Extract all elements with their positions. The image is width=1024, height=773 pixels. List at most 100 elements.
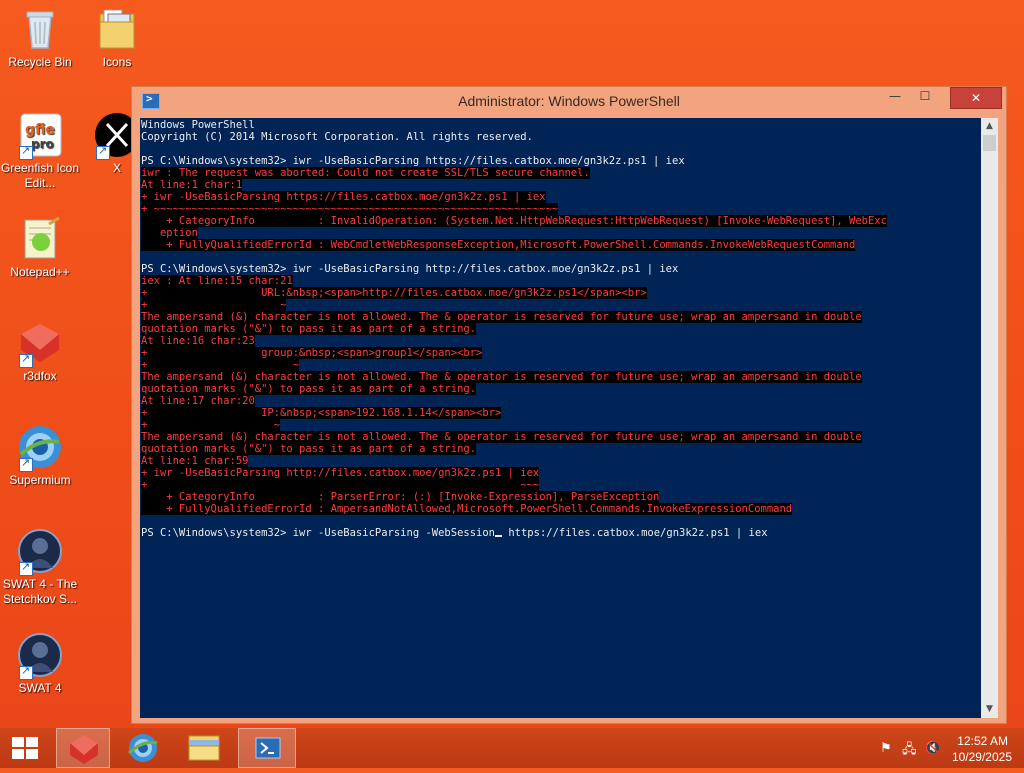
clock-date[interactable]: 10/29/2025: [952, 750, 1012, 764]
console-error-line: quotation marks ("&") to pass it as part…: [141, 383, 981, 395]
folder-icon: [188, 735, 220, 761]
start-button[interactable]: [0, 728, 48, 768]
console-error-line: + CategoryInfo : InvalidOperation: (Syst…: [141, 215, 981, 227]
prompt-input-rest: https://files.catbox.moe/gn3k2z.ps1 | ie…: [502, 527, 768, 539]
console-error-line: + FullyQualifiedErrorId : WebCmdletWebRe…: [141, 239, 981, 251]
scroll-down-arrow-icon[interactable]: ▼: [981, 701, 998, 718]
recycle-bin-icon: [17, 6, 63, 52]
console-line-text: At line:17 char:20: [141, 395, 255, 407]
console-error-line: The ampersand (&) character is not allow…: [141, 371, 981, 383]
desktop-icon-swat4[interactable]: SWAT 4: [0, 632, 80, 696]
desktop-icon-label: Notepad++: [10, 265, 70, 279]
taskbar-powershell[interactable]: [238, 728, 296, 768]
window-title: Administrator: Windows PowerShell: [458, 93, 680, 109]
powershell-window[interactable]: Administrator: Windows PowerShell — ☐ ✕ …: [131, 86, 1007, 724]
desktop-icon-supermium[interactable]: Supermium: [0, 424, 80, 488]
desktop-icon-greenfish[interactable]: gfie pro Greenfish Icon Edit...: [0, 112, 80, 191]
console-error-line: At line:16 char:23: [141, 335, 981, 347]
console-line-text: Windows PowerShell: [141, 119, 255, 131]
taskbar-r3dfox[interactable]: [56, 728, 110, 768]
console-text: Windows PowerShell Copyright (C) 2014 Mic…: [140, 118, 981, 539]
vertical-scrollbar[interactable]: ▲ ▼: [981, 118, 998, 718]
close-button[interactable]: ✕: [950, 87, 1002, 109]
desktop-icon-icons-folder[interactable]: Icons: [77, 6, 157, 70]
system-tray: ⚑ 🖧 🔇 12:52 AM 10/29/2025: [864, 728, 1024, 768]
window-titlebar[interactable]: Administrator: Windows PowerShell — ☐ ✕: [132, 87, 1006, 117]
console-line-text: + group:&nbsp;<span>group1</span><br>: [141, 347, 483, 359]
console-line-text: + IP:&nbsp;<span>192.168.1.14</span><br>: [141, 407, 502, 419]
svg-text:gfie: gfie: [25, 122, 55, 138]
console-line-text: PS C:\Windows\system32> iwr -UseBasicPar…: [141, 155, 685, 167]
folder-icon: [94, 6, 140, 52]
shortcut-arrow-icon: [19, 144, 33, 160]
console-error-line: The ampersand (&) character is not allow…: [141, 431, 981, 443]
console-error-line: + ~: [141, 299, 981, 311]
console-prompt-line[interactable]: PS C:\Windows\system32> iwr -UseBasicPar…: [141, 527, 981, 539]
console-error-line: + CategoryInfo : ParserError: (:) [Invok…: [141, 491, 981, 503]
console-error-line: + group:&nbsp;<span>group1</span><br>: [141, 347, 981, 359]
console-error-line: At line:1 char:1: [141, 179, 981, 191]
desktop-icon-recycle-bin[interactable]: Recycle Bin: [0, 6, 80, 70]
swat4-icon: [17, 528, 63, 576]
console-line-text: The ampersand (&) character is not allow…: [141, 431, 862, 443]
console-output[interactable]: Windows PowerShell Copyright (C) 2014 Mic…: [140, 118, 981, 718]
prompt-text: PS C:\Windows\system32> iwr -UseBasicPar…: [141, 527, 496, 539]
console-line-text: iex : At line:15 char:21: [141, 275, 293, 287]
console-error-line: + ~~~~~~~~~~~~~~~~~~~~~~~~~~~~~~~~~~~~~~…: [141, 203, 981, 215]
maximize-button[interactable]: ☐: [910, 89, 940, 109]
console-error-line: + ~: [141, 419, 981, 431]
network-icon[interactable]: 🖧: [902, 740, 917, 762]
console-line-text: quotation marks ("&") to pass it as part…: [141, 323, 477, 335]
console-line-text: + CategoryInfo : ParserError: (:) [Invok…: [141, 491, 660, 503]
desktop-icon-r3dfox[interactable]: r3dfox: [0, 320, 80, 384]
shortcut-arrow-icon: [96, 144, 110, 160]
action-center-flag-icon[interactable]: ⚑: [880, 740, 892, 756]
desktop-icon-notepadpp[interactable]: Notepad++: [0, 216, 80, 280]
console-line-text: + ~~~~~~~~~~~~~~~~~~~~~~~~~~~~~~~~~~~~~~…: [141, 203, 559, 215]
console-error-line: The ampersand (&) character is not allow…: [141, 311, 981, 323]
taskbar-file-explorer[interactable]: [177, 728, 231, 768]
console-line-text: + ~: [141, 359, 300, 371]
shortcut-arrow-icon: [19, 560, 33, 576]
console-line-text: + ~~~: [141, 479, 540, 491]
console-line-text: At line:1 char:1: [141, 179, 243, 191]
console-error-line: + URL:&nbsp;<span>http://files.catbox.mo…: [141, 287, 981, 299]
console-line-text: + FullyQualifiedErrorId : WebCmdletWebRe…: [141, 239, 856, 251]
console-line: Windows PowerShell: [141, 119, 981, 131]
console-line: PS C:\Windows\system32> iwr -UseBasicPar…: [141, 263, 981, 275]
console-error-line: At line:17 char:20: [141, 395, 981, 407]
volume-muted-icon[interactable]: 🔇: [925, 740, 941, 756]
console-line-text: The ampersand (&) character is not allow…: [141, 311, 862, 323]
console-line-text: At line:1 char:59: [141, 455, 249, 467]
swat4-icon: [17, 632, 63, 680]
taskbar-supermium[interactable]: [116, 728, 170, 768]
console-line-text: + ~: [141, 419, 281, 431]
console-line: Copyright (C) 2014 Microsoft Corporation…: [141, 131, 981, 143]
supermium-icon: [17, 424, 63, 472]
console-line: PS C:\Windows\system32> iwr -UseBasicPar…: [141, 155, 981, 167]
console-line-text: At line:16 char:23: [141, 335, 255, 347]
shortcut-arrow-icon: [19, 352, 33, 368]
console-line-text: PS C:\Windows\system32> iwr -UseBasicPar…: [141, 263, 679, 275]
clock-time[interactable]: 12:52 AM: [957, 734, 1008, 748]
console-line-text: + URL:&nbsp;<span>http://files.catbox.mo…: [141, 287, 647, 299]
taskbar: ⚑ 🖧 🔇 12:52 AM 10/29/2025: [0, 728, 1024, 768]
console-line-text: + iwr -UseBasicParsing http://files.catb…: [141, 467, 540, 479]
desktop-icon-label: Supermium: [9, 473, 71, 487]
desktop-icon-label: Icons: [102, 55, 132, 69]
console-line-text: + ~: [141, 299, 287, 311]
scroll-thumb[interactable]: [983, 135, 996, 151]
scroll-up-arrow-icon[interactable]: ▲: [981, 118, 998, 135]
console-line-text: + iwr -UseBasicParsing https://files.cat…: [141, 191, 546, 203]
console-line-text: iwr : The request was aborted: Could not…: [141, 167, 590, 179]
desktop-icon-swat4-stetchkov[interactable]: SWAT 4 - The Stetchkov S...: [0, 528, 80, 607]
console-line-text: quotation marks ("&") to pass it as part…: [141, 383, 477, 395]
console-line-text: The ampersand (&) character is not allow…: [141, 371, 862, 383]
console-line-text: + CategoryInfo : InvalidOperation: (Syst…: [141, 215, 887, 227]
r3dfox-icon: [17, 320, 63, 368]
console-line-text: Copyright (C) 2014 Microsoft Corporation…: [141, 131, 533, 143]
minimize-button[interactable]: —: [880, 89, 910, 109]
